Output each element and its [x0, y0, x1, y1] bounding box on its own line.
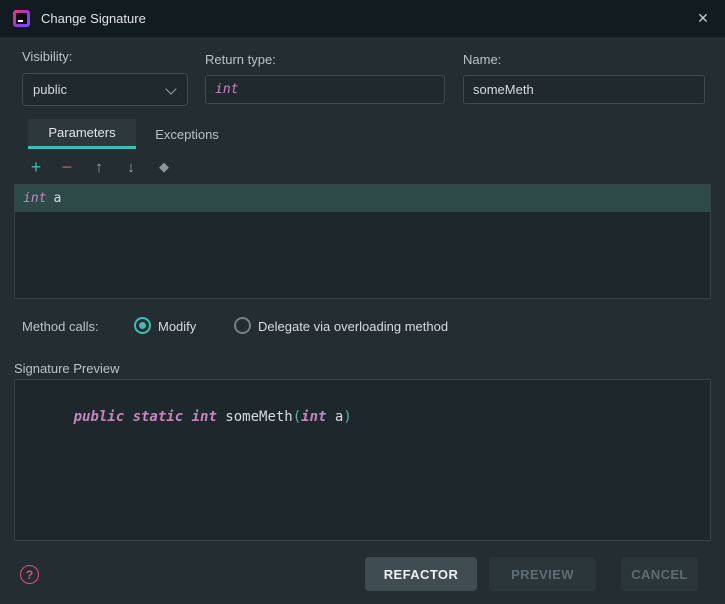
- name-label: Name:: [463, 52, 501, 67]
- close-icon[interactable]: ✕: [681, 0, 725, 37]
- name-input[interactable]: someMeth: [463, 75, 705, 104]
- code-param-type: int: [301, 409, 326, 425]
- remove-parameter-icon[interactable]: −: [53, 153, 81, 181]
- tab-exceptions[interactable]: Exceptions: [141, 119, 233, 149]
- parameters-table[interactable]: int a: [14, 184, 711, 299]
- change-signature-dialog: Change Signature ✕ Visibility: Return ty…: [0, 0, 725, 604]
- help-icon[interactable]: ?: [20, 565, 39, 584]
- move-up-icon[interactable]: ↑: [85, 153, 113, 181]
- signature-code: public static int someMeth(int a): [23, 393, 352, 441]
- add-parameter-icon[interactable]: +: [22, 153, 50, 181]
- cancel-button[interactable]: CANCEL: [621, 557, 698, 591]
- code-paren-open: (: [293, 409, 301, 425]
- titlebar: Change Signature ✕: [0, 0, 725, 37]
- chevron-down-icon: [165, 83, 176, 94]
- signature-preview-label: Signature Preview: [14, 361, 120, 376]
- visibility-select[interactable]: public: [22, 73, 188, 106]
- move-down-icon[interactable]: ↓: [117, 153, 145, 181]
- preview-button[interactable]: PREVIEW: [489, 557, 596, 591]
- parameter-name: a: [53, 191, 61, 206]
- visibility-label: Visibility:: [22, 49, 72, 64]
- intellij-logo-icon: [13, 10, 30, 27]
- code-param-name: a: [326, 409, 343, 425]
- radio-delegate[interactable]: [234, 317, 251, 334]
- radio-modify[interactable]: [134, 317, 151, 334]
- parameter-row[interactable]: int a: [15, 185, 710, 212]
- refactor-button[interactable]: REFACTOR: [365, 557, 477, 591]
- radio-modify-label[interactable]: Modify: [158, 319, 196, 334]
- code-method-name: someMeth: [225, 409, 292, 425]
- code-paren-close: ): [343, 409, 351, 425]
- method-calls-label: Method calls:: [22, 319, 99, 334]
- radio-delegate-label[interactable]: Delegate via overloading method: [258, 319, 448, 334]
- return-type-input[interactable]: int: [205, 75, 445, 104]
- propagate-parameters-icon[interactable]: ◆: [150, 153, 178, 181]
- parameter-type: int: [23, 191, 46, 206]
- return-type-label: Return type:: [205, 52, 276, 67]
- code-keywords: public static int: [74, 409, 226, 425]
- signature-preview-box: public static int someMeth(int a): [14, 379, 711, 541]
- tab-parameters[interactable]: Parameters: [28, 119, 136, 149]
- dialog-title: Change Signature: [41, 11, 146, 26]
- visibility-value: public: [33, 82, 67, 97]
